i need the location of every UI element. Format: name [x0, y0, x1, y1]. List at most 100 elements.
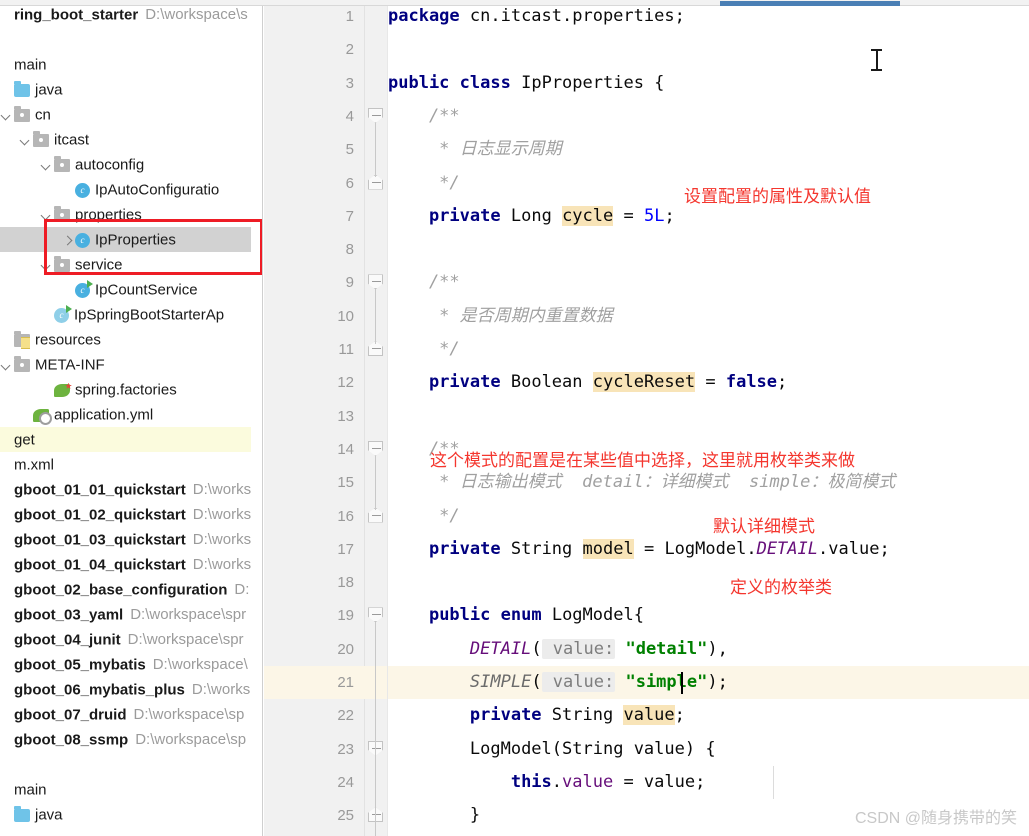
- tree-item-ipcountservice[interactable]: c IpCountService: [0, 277, 251, 302]
- code-line-8[interactable]: 8: [264, 233, 1029, 266]
- code-line-13[interactable]: 13: [264, 400, 1029, 433]
- package-icon: [33, 130, 49, 147]
- fold-collapse-icon[interactable]: [368, 333, 384, 366]
- tree-item-label: gboot_01_01_quickstart: [14, 481, 186, 499]
- tree-item-spring-factories[interactable]: spring.factories: [0, 377, 251, 402]
- tree-item-gboot-02-base-configuration[interactable]: gboot_02_base_configuration D:: [0, 577, 251, 602]
- fold-expand-icon[interactable]: [368, 833, 384, 836]
- tree-item-autoconfig[interactable]: autoconfig: [0, 152, 251, 177]
- chevron-down-icon[interactable]: [40, 253, 54, 278]
- tree-item-path: D:\workspace\spr: [130, 606, 247, 623]
- tree-item-label: IpAutoConfiguratio: [95, 181, 220, 199]
- tree-item-label: gboot_05_mybatis: [14, 656, 146, 674]
- code-line-21[interactable]: 21 SIMPLE( value: "simple");: [264, 666, 1029, 700]
- code-editor[interactable]: 1 package cn.itcast.properties; 2 3 public c…: [264, 6, 1029, 836]
- code-line-3[interactable]: 3 public class IpProperties {: [264, 67, 1029, 100]
- code-line-9[interactable]: 9 /**: [264, 266, 1029, 299]
- code-line-12[interactable]: 12 private Boolean cycleReset = false;: [264, 366, 1029, 399]
- tree-item-resources[interactable]: resources: [0, 327, 251, 352]
- chevron-down-icon[interactable]: [40, 153, 54, 178]
- fold-expand-icon[interactable]: [368, 733, 384, 766]
- tree-item-get[interactable]: get: [0, 427, 252, 452]
- tree-item-ipspringbootstarterap[interactable]: c IpSpringBootStarterAp: [0, 302, 251, 327]
- fold-region-line: [375, 455, 376, 511]
- tree-item-label: spring.factories: [75, 381, 177, 399]
- tree-item-application-yml[interactable]: application.yml: [0, 402, 251, 427]
- tree-item-m-xml[interactable]: m.xml: [0, 452, 251, 477]
- tree-item-meta-inf[interactable]: META-INF: [0, 352, 251, 377]
- tree-item-gboot-08-ssmp[interactable]: gboot_08_ssmp D:\workspace\sp: [0, 727, 251, 752]
- code-line-16[interactable]: 16 */: [264, 500, 1029, 533]
- tree-item-java[interactable]: java: [0, 802, 251, 827]
- tree-item-gboot-07-druid[interactable]: gboot_07_druid D:\workspace\sp: [0, 702, 251, 727]
- line-number: 17: [337, 540, 354, 558]
- code-line-26[interactable]: 26 public String getValue() {: [264, 833, 1029, 836]
- fold-expand-icon[interactable]: [368, 100, 384, 133]
- tree-item-gboot-04-junit[interactable]: gboot_04_junit D:\workspace\spr: [0, 627, 251, 652]
- code-line-text: /**: [388, 105, 460, 126]
- code-line-17[interactable]: 17 private String model = LogModel.DETAI…: [264, 533, 1029, 566]
- fold-collapse-icon[interactable]: [368, 167, 384, 200]
- tree-item-cn[interactable]: cn: [0, 102, 251, 127]
- chevron-right-icon[interactable]: [61, 228, 75, 253]
- tree-item-label: gboot_01_02_quickstart: [14, 506, 186, 524]
- tree-item-gboot-01-02-quickstart[interactable]: gboot_01_02_quickstart D:\works: [0, 502, 251, 527]
- code-line-1[interactable]: 1 package cn.itcast.properties;: [264, 6, 1029, 33]
- chevron-down-icon[interactable]: [19, 128, 33, 153]
- code-text-area[interactable]: 1 package cn.itcast.properties; 2 3 public c…: [264, 6, 1029, 836]
- tree-item-label: autoconfig: [75, 156, 145, 174]
- code-line-6[interactable]: 6 */: [264, 167, 1029, 200]
- code-line-20[interactable]: 20 DETAIL( value: "detail"),: [264, 633, 1029, 666]
- tree-item-ipproperties[interactable]: c IpProperties: [0, 227, 252, 253]
- code-line-5[interactable]: 5 * 日志显示周期: [264, 133, 1029, 166]
- tree-item-ipautoconfiguratio[interactable]: c IpAutoConfiguratio: [0, 177, 251, 202]
- tree-item-label: get: [14, 431, 35, 449]
- tree-item-gboot-06-mybatis-plus[interactable]: gboot_06_mybatis_plus D:\works: [0, 677, 251, 702]
- tree-item-gboot-05-mybatis[interactable]: gboot_05_mybatis D:\workspace\: [0, 652, 251, 677]
- chevron-down-icon[interactable]: [40, 203, 54, 228]
- tree-item-service[interactable]: service: [0, 252, 251, 277]
- code-line-2[interactable]: 2: [264, 33, 1029, 66]
- chevron-down-icon[interactable]: [0, 103, 14, 128]
- code-line-18[interactable]: 18: [264, 566, 1029, 599]
- tree-item-main[interactable]: main: [0, 777, 251, 802]
- tree-item-path: D:\works: [192, 531, 252, 548]
- package-icon: [14, 105, 30, 122]
- code-line-4[interactable]: 4 /**: [264, 100, 1029, 133]
- code-line-text: this.value = value;: [510, 771, 706, 792]
- tree-item-gboot-01-04-quickstart[interactable]: gboot_01_04_quickstart D:\works: [0, 552, 251, 577]
- line-number: 5: [345, 141, 354, 159]
- tree-item-label: main: [14, 781, 47, 799]
- chevron-down-icon[interactable]: [0, 353, 14, 378]
- tree-item-gboot-03-yaml[interactable]: gboot_03_yaml D:\workspace\spr: [0, 602, 251, 627]
- code-line-11[interactable]: 11 */: [264, 333, 1029, 366]
- fold-expand-icon[interactable]: [368, 599, 384, 632]
- tree-item-main[interactable]: main: [0, 52, 251, 77]
- code-line-7[interactable]: 7 private Long cycle = 5L;: [264, 200, 1029, 233]
- tree-item-itcast[interactable]: itcast: [0, 127, 251, 152]
- code-line-23[interactable]: 23 LogModel(String value) {: [264, 733, 1029, 766]
- tree-item-java[interactable]: java: [0, 77, 251, 102]
- code-line-15[interactable]: 15 * 日志输出模式 detail：详细模式 simple：极简模式: [264, 466, 1029, 499]
- code-line-text: public String getValue() {: [388, 833, 736, 836]
- code-line-text: package cn.itcast.properties;: [388, 6, 685, 26]
- code-line-22[interactable]: 22 private String value;: [264, 699, 1029, 732]
- tree-item-path: D:\works: [192, 481, 252, 498]
- tree-item-gboot-01-01-quickstart[interactable]: gboot_01_01_quickstart D:\works: [0, 477, 251, 502]
- tree-item-gboot-01-03-quickstart[interactable]: gboot_01_03_quickstart D:\works: [0, 527, 251, 552]
- code-line-19[interactable]: 19 public enum LogModel{: [264, 599, 1029, 632]
- project-tool-window[interactable]: ring_boot_starter D:\workspace\s main java c…: [0, 6, 263, 836]
- code-line-10[interactable]: 10 * 是否周期内重置数据: [264, 300, 1029, 333]
- fold-expand-icon[interactable]: [368, 266, 384, 299]
- fold-collapse-icon[interactable]: [368, 500, 384, 533]
- fold-expand-icon[interactable]: [368, 433, 384, 466]
- code-line-text: */: [388, 172, 460, 193]
- tree-item-properties[interactable]: properties: [0, 202, 251, 227]
- tree-item-ring-boot-starter[interactable]: ring_boot_starter D:\workspace\s: [0, 6, 251, 27]
- fold-collapse-icon[interactable]: [368, 799, 384, 832]
- tree-item-label: IpProperties: [95, 231, 176, 249]
- line-number: 20: [337, 640, 354, 658]
- project-tree[interactable]: ring_boot_starter D:\workspace\s main java c…: [0, 6, 252, 827]
- code-line-24[interactable]: 24 this.value = value;: [264, 766, 1029, 799]
